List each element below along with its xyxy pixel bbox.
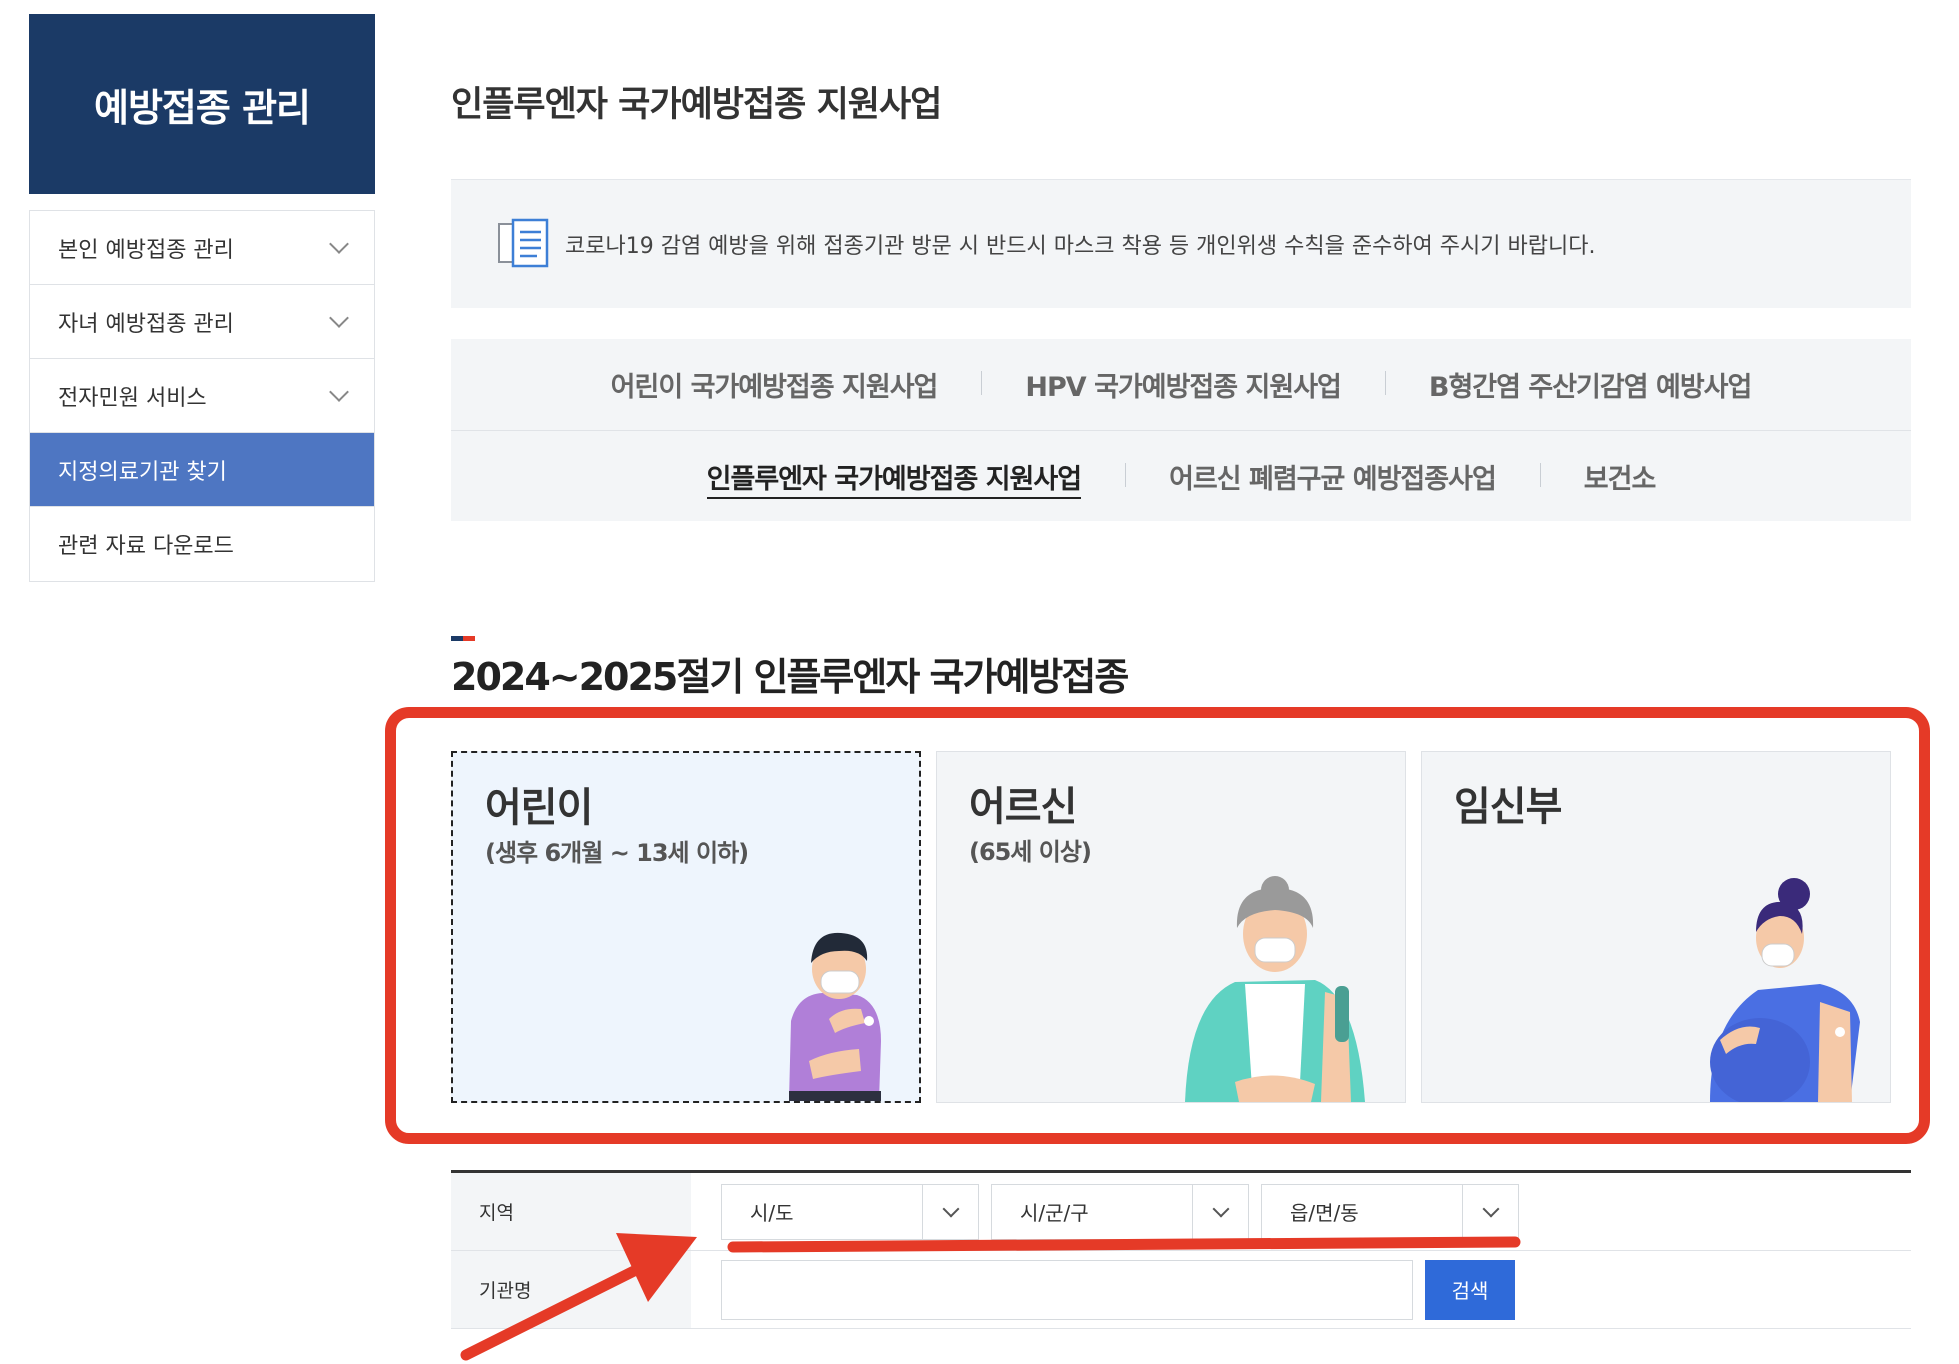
tab-hepatitis-b[interactable]: B형간염 주산기감염 예방사업	[1384, 365, 1795, 404]
highlight-annotation-box	[385, 707, 1930, 1144]
region-row: 지역 시/도 시/군/구 읍/면/동	[451, 1173, 1911, 1251]
tab-label: 어르신 폐렴구균 예방접종사업	[1169, 463, 1497, 495]
tab-health-center[interactable]: 보건소	[1539, 457, 1700, 496]
tab-influenza[interactable]: 인플루엔자 국가예방접종 지원사업	[663, 457, 1125, 499]
chevron-down-icon	[329, 381, 349, 402]
page-title: 인플루엔자 국가예방접종 지원사업	[451, 85, 942, 125]
tab-child-vaccination[interactable]: 어린이 국가예방접종 지원사업	[567, 365, 982, 404]
accent-navy	[451, 636, 463, 641]
select-value: 시/도	[750, 1201, 794, 1225]
chevron-down-icon	[329, 307, 349, 328]
institution-row: 기관명 검색	[451, 1251, 1911, 1329]
institution-name-input[interactable]	[721, 1259, 1413, 1320]
sidebar: 예방접종 관리 본인 예방접종 관리 자녀 예방접종 관리 전자민원 서비스 지…	[29, 14, 375, 582]
sidebar-item-label: 자녀 예방접종 관리	[58, 311, 234, 337]
section-accent-bar	[451, 626, 475, 641]
city-select[interactable]: 시/군/구	[991, 1183, 1249, 1240]
chevron-down-icon	[1462, 1184, 1518, 1239]
region-label: 지역	[451, 1173, 691, 1250]
sidebar-menu: 본인 예방접종 관리 자녀 예방접종 관리 전자민원 서비스 지정의료기관 찾기…	[29, 210, 375, 582]
sidebar-title: 예방접종 관리	[29, 14, 375, 194]
sidebar-item-label: 지정의료기관 찾기	[58, 459, 227, 485]
sidebar-item-self-vaccination[interactable]: 본인 예방접종 관리	[30, 211, 374, 285]
search-form: 지역 시/도 시/군/구 읍/면/동 기관명 검색	[451, 1170, 1911, 1329]
tab-hpv-vaccination[interactable]: HPV 국가예방접종 지원사업	[981, 365, 1384, 404]
region-selects: 시/도 시/군/구 읍/면/동	[721, 1183, 1519, 1240]
search-button[interactable]: 검색	[1425, 1259, 1515, 1320]
sidebar-item-child-vaccination[interactable]: 자녀 예방접종 관리	[30, 285, 374, 359]
tab-row: 인플루엔자 국가예방접종 지원사업 어르신 폐렴구균 예방접종사업 보건소	[451, 430, 1911, 521]
town-select[interactable]: 읍/면/동	[1261, 1183, 1519, 1240]
institution-label: 기관명	[451, 1251, 691, 1328]
select-value: 시/군/구	[1020, 1201, 1089, 1225]
tab-row: 어린이 국가예방접종 지원사업 HPV 국가예방접종 지원사업 B형간염 주산기…	[451, 339, 1911, 430]
tab-label: 보건소	[1583, 463, 1657, 495]
program-tabs: 어린이 국가예방접종 지원사업 HPV 국가예방접종 지원사업 B형간염 주산기…	[451, 339, 1911, 521]
notice-text: 코로나19 감염 예방을 위해 접종기관 방문 시 반드시 마스크 착용 등 개…	[565, 234, 1596, 259]
select-value: 읍/면/동	[1290, 1201, 1359, 1225]
chevron-down-icon	[1192, 1184, 1248, 1239]
page-root: 예방접종 관리 본인 예방접종 관리 자녀 예방접종 관리 전자민원 서비스 지…	[0, 0, 1959, 1364]
sidebar-item-find-institution[interactable]: 지정의료기관 찾기	[30, 433, 374, 507]
document-list-icon	[497, 218, 551, 270]
section-title: 2024~2025절기 인플루엔자 국가예방접종	[451, 655, 1129, 699]
sidebar-item-downloads[interactable]: 관련 자료 다운로드	[30, 507, 374, 581]
tab-label: HPV 국가예방접종 지원사업	[1025, 372, 1341, 403]
tab-label: 어린이 국가예방접종 지원사업	[610, 372, 939, 403]
accent-red	[463, 636, 475, 641]
sidebar-item-e-civil-service[interactable]: 전자민원 서비스	[30, 359, 374, 433]
tab-label: B형간염 주산기감염 예방사업	[1428, 372, 1752, 403]
sidebar-item-label: 전자민원 서비스	[58, 385, 207, 411]
notice-banner: 코로나19 감염 예방을 위해 접종기관 방문 시 반드시 마스크 착용 등 개…	[451, 179, 1911, 308]
chevron-down-icon	[922, 1184, 978, 1239]
tab-pneumococcal[interactable]: 어르신 폐렴구균 예방접종사업	[1125, 457, 1540, 496]
chevron-down-icon	[329, 233, 349, 254]
sidebar-item-label: 본인 예방접종 관리	[58, 237, 234, 263]
tab-label: 인플루엔자 국가예방접종 지원사업	[706, 463, 1082, 499]
sidebar-item-label: 관련 자료 다운로드	[58, 534, 234, 559]
province-select[interactable]: 시/도	[721, 1183, 979, 1240]
